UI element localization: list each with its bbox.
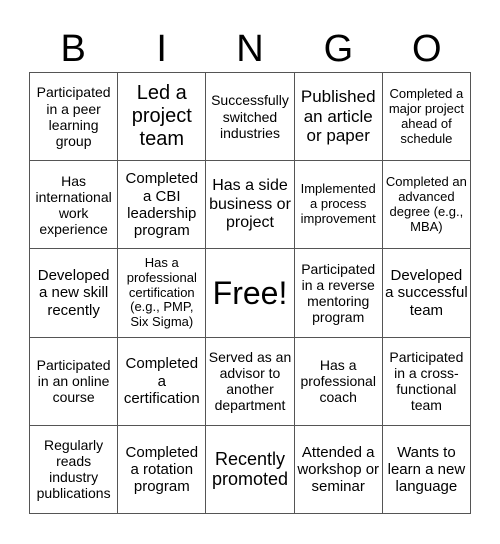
bingo-cell[interactable]: Completed a certification [118,337,207,426]
bingo-cell[interactable]: Participated in an online course [30,337,119,426]
bingo-cell[interactable]: Completed a CBI leadership program [118,161,207,250]
bingo-cell[interactable]: Wants to learn a new language [382,425,471,514]
header-letter-g: G [323,28,354,70]
bingo-free-cell[interactable]: Free! [206,249,295,338]
bingo-cell[interactable]: Led a project team [118,73,207,162]
bingo-cell[interactable]: Developed a new skill recently [30,249,119,338]
bingo-cell[interactable]: Participated in a cross-functional team [382,337,471,426]
bingo-cell[interactable]: Has a side business or project [206,161,295,250]
bingo-header: B I N G O [29,26,471,72]
bingo-cell[interactable]: Participated in a peer learning group [30,73,119,162]
bingo-cell[interactable]: Attended a workshop or seminar [294,425,383,514]
bingo-cell[interactable]: Recently promoted [206,425,295,514]
bingo-grid: Participated in a peer learning group Le… [29,72,471,514]
header-letter-o: O [412,28,442,70]
bingo-cell[interactable]: Regularly reads industry publications [30,425,119,514]
bingo-cell[interactable]: Published an article or paper [294,73,383,162]
bingo-cell[interactable]: Implemented a process improvement [294,161,383,250]
bingo-cell[interactable]: Developed a successful team [382,249,471,338]
bingo-cell[interactable]: Completed a major project ahead of sched… [382,73,471,162]
bingo-cell[interactable]: Has a professional coach [294,337,383,426]
bingo-cell[interactable]: Has international work experience [30,161,119,250]
bingo-cell[interactable]: Completed an advanced degree (e.g., MBA) [382,161,471,250]
bingo-cell[interactable]: Completed a rotation program [118,425,207,514]
header-letter-b: B [60,28,86,70]
bingo-cell[interactable]: Served as an advisor to another departme… [206,337,295,426]
header-letter-n: N [236,28,264,70]
bingo-cell[interactable]: Participated in a reverse mentoring prog… [294,249,383,338]
bingo-cell[interactable]: Successfully switched industries [206,73,295,162]
bingo-cell[interactable]: Has a professional certification (e.g., … [118,249,207,338]
header-letter-i: I [156,28,167,70]
